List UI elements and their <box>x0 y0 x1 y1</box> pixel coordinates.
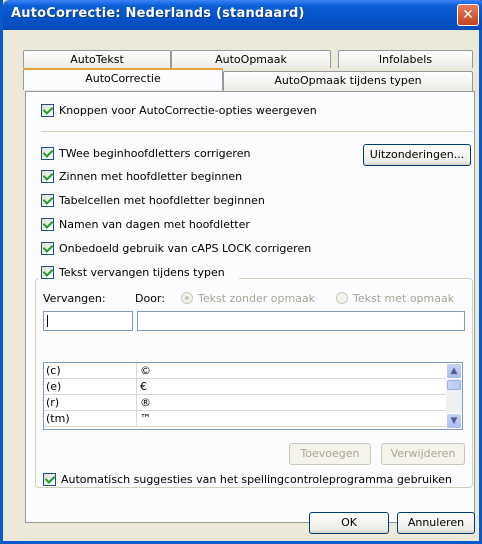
add-button[interactable]: Toevoegen <box>289 443 371 465</box>
formatted-text-radio[interactable] <box>336 292 348 304</box>
plain-text-radio[interactable] <box>181 292 193 304</box>
divider <box>41 131 473 132</box>
list-item[interactable]: (tm) ™ <box>44 411 447 427</box>
entry-to: ™ <box>140 412 151 425</box>
replace-label: Vervangen: <box>43 292 106 305</box>
list-item[interactable]: (e) € <box>44 379 447 395</box>
cancel-button-label: Annuleren <box>407 516 465 529</box>
close-button[interactable]: ✕ <box>457 4 479 26</box>
sentence-caps-checkbox[interactable] <box>41 170 54 183</box>
with-input[interactable] <box>137 311 465 331</box>
entry-from: (e) <box>46 380 62 393</box>
cancel-button[interactable]: Annuleren <box>397 512 475 534</box>
show-buttons-label: Knoppen voor AutoCorrectie-opties weerge… <box>59 104 317 117</box>
delete-button[interactable]: Verwijderen <box>381 443 465 465</box>
tab-autocorrectie[interactable]: AutoCorrectie <box>23 68 223 90</box>
tab-autotekst[interactable]: AutoTekst <box>23 50 171 68</box>
title-bar[interactable]: AutoCorrectie: Nederlands (standaard) ✕ <box>3 0 482 30</box>
scroll-thumb[interactable] <box>447 380 461 390</box>
chevron-down-icon: ▼ <box>450 416 458 426</box>
replace-input[interactable] <box>43 311 133 331</box>
tab-autoopmaak[interactable]: AutoOpmaak <box>171 50 331 68</box>
two-initials-checkbox[interactable] <box>41 147 54 160</box>
exceptions-button[interactable]: Uitzonderingen... <box>363 144 471 166</box>
scroll-down-button[interactable]: ▼ <box>446 413 462 429</box>
day-names-label: Namen van dagen met hoofdletter <box>59 218 250 231</box>
caps-lock-label: Onbedoeld gebruik van cAPS LOCK corriger… <box>59 242 312 255</box>
list-item[interactable]: (r) ® <box>44 395 447 411</box>
sentence-caps-label: Zinnen met hoofdletter beginnen <box>59 170 243 183</box>
replace-text-label: Tekst vervangen tijdens typen <box>59 266 225 279</box>
column-separator <box>136 363 137 378</box>
spelling-suggestions-checkbox[interactable] <box>43 473 56 486</box>
caps-lock-checkbox[interactable] <box>41 242 54 255</box>
ok-button-label: OK <box>341 516 357 529</box>
spelling-suggestions-label: Automatisch suggesties van het spellingc… <box>61 473 452 486</box>
column-separator <box>136 411 137 426</box>
entry-from: (c) <box>46 364 61 377</box>
delete-button-label: Verwijderen <box>390 447 456 460</box>
show-buttons-checkbox[interactable] <box>41 104 54 117</box>
tab-label: AutoCorrectie <box>85 72 161 85</box>
list-item[interactable]: (c) © <box>44 363 447 379</box>
tab-autoopmaak-tijdens-typen[interactable]: AutoOpmaak tijdens typen <box>223 71 473 91</box>
tab-infolabels[interactable]: Infolabels <box>338 50 473 68</box>
close-icon: ✕ <box>462 7 474 23</box>
add-button-label: Toevoegen <box>300 447 360 460</box>
entry-to: © <box>140 364 151 377</box>
scroll-up-button[interactable]: ▲ <box>446 363 462 379</box>
exceptions-button-label: Uitzonderingen... <box>369 148 465 161</box>
entry-from: (r) <box>46 396 60 409</box>
two-initials-label: TWee beginhoofdletters corrigeren <box>59 147 251 160</box>
day-names-checkbox[interactable] <box>41 218 54 231</box>
tab-label: AutoTekst <box>70 53 124 66</box>
table-caps-checkbox[interactable] <box>41 194 54 207</box>
chevron-up-icon: ▲ <box>450 366 458 376</box>
with-label: Door: <box>135 292 165 305</box>
list-scrollbar[interactable]: ▲ ▼ <box>446 363 462 429</box>
tab-label: AutoOpmaak <box>215 53 287 66</box>
entry-to: ® <box>140 396 151 409</box>
plain-text-label: Tekst zonder opmaak <box>198 292 316 305</box>
text-cursor <box>47 315 48 327</box>
autocorrect-dialog: AutoCorrectie: Nederlands (standaard) ✕ … <box>0 0 482 544</box>
window-title: AutoCorrectie: Nederlands (standaard) <box>11 6 305 21</box>
column-separator <box>136 379 137 394</box>
ok-button[interactable]: OK <box>309 512 389 534</box>
replace-text-checkbox[interactable] <box>41 266 54 279</box>
autocorrect-list[interactable]: (c) © (e) € (r) ® (tm) ™ ▲ ▼ <box>43 362 463 430</box>
entry-from: (tm) <box>46 412 70 425</box>
tab-label: AutoOpmaak tijdens typen <box>274 74 422 87</box>
column-separator <box>136 395 137 410</box>
table-caps-label: Tabelcellen met hoofdletter beginnen <box>59 194 265 207</box>
formatted-text-label: Tekst met opmaak <box>353 292 455 305</box>
entry-to: € <box>140 380 147 393</box>
tab-label: Infolabels <box>378 53 433 66</box>
